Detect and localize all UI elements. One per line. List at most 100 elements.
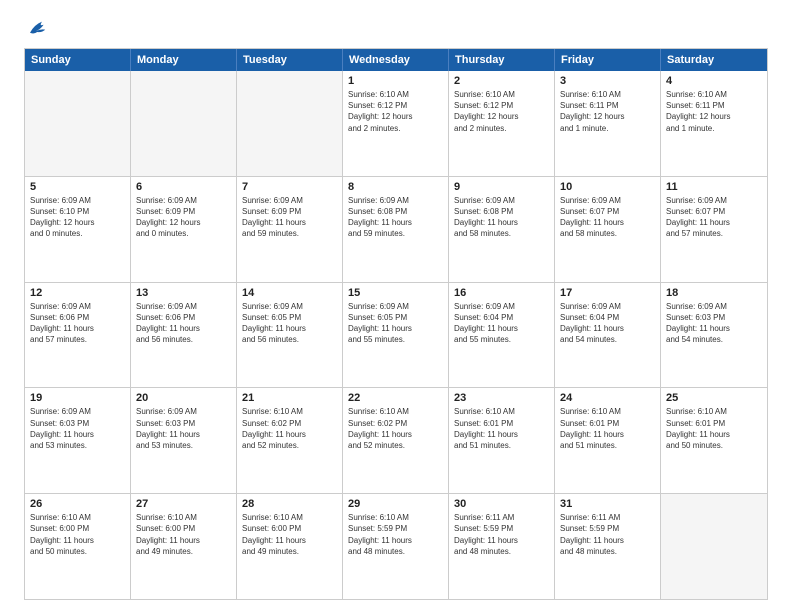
cal-cell: 1 Sunrise: 6:10 AM Sunset: 6:12 PM Daylig… xyxy=(343,71,449,176)
day-number: 8 xyxy=(348,181,443,193)
cal-cell: 7Sunrise: 6:09 AM Sunset: 6:09 PM Daylig… xyxy=(237,177,343,282)
day-number: 9 xyxy=(454,181,549,193)
page: SundayMondayTuesdayWednesdayThursdayFrid… xyxy=(0,0,792,612)
cal-cell xyxy=(661,494,767,599)
cal-cell xyxy=(131,71,237,176)
header-day-saturday: Saturday xyxy=(661,49,767,71)
day-info: Sunrise: 6:10 AM Sunset: 6:11 PM Dayligh… xyxy=(666,89,762,134)
logo-bird-icon xyxy=(26,18,50,38)
day-info: Sunrise: 6:10 AM Sunset: 6:00 PM Dayligh… xyxy=(242,512,337,557)
day-info: Sunrise: 6:10 AM Sunset: 6:12 PM Dayligh… xyxy=(348,89,443,134)
week-row-5: 26 Sunrise: 6:10 AM Sunset: 6:00 PM Dayli… xyxy=(25,493,767,599)
day-number: 1 xyxy=(348,75,443,87)
cal-cell: 17Sunrise: 6:09 AM Sunset: 6:04 PM Dayli… xyxy=(555,283,661,388)
header-day-monday: Monday xyxy=(131,49,237,71)
cal-cell: 18 Sunrise: 6:09 AM Sunset: 6:03 PM Dayli… xyxy=(661,283,767,388)
day-number: 7 xyxy=(242,181,337,193)
week-row-4: 19 Sunrise: 6:09 AM Sunset: 6:03 PM Dayli… xyxy=(25,387,767,493)
cal-cell: 15Sunrise: 6:09 AM Sunset: 6:05 PM Dayli… xyxy=(343,283,449,388)
calendar: SundayMondayTuesdayWednesdayThursdayFrid… xyxy=(24,48,768,600)
day-number: 26 xyxy=(30,498,125,510)
cal-cell: 22 Sunrise: 6:10 AM Sunset: 6:02 PM Dayli… xyxy=(343,388,449,493)
day-number: 14 xyxy=(242,287,337,299)
header-day-sunday: Sunday xyxy=(25,49,131,71)
cal-cell: 20Sunrise: 6:09 AM Sunset: 6:03 PM Dayli… xyxy=(131,388,237,493)
cal-cell: 14 Sunrise: 6:09 AM Sunset: 6:05 PM Dayli… xyxy=(237,283,343,388)
header xyxy=(24,18,768,38)
calendar-header: SundayMondayTuesdayWednesdayThursdayFrid… xyxy=(25,49,767,71)
cal-cell: 12 Sunrise: 6:09 AM Sunset: 6:06 PM Dayli… xyxy=(25,283,131,388)
day-info: Sunrise: 6:10 AM Sunset: 6:02 PM Dayligh… xyxy=(348,406,443,451)
day-info: Sunrise: 6:09 AM Sunset: 6:06 PM Dayligh… xyxy=(136,301,231,346)
day-number: 10 xyxy=(560,181,655,193)
day-number: 30 xyxy=(454,498,549,510)
day-number: 4 xyxy=(666,75,762,87)
cal-cell: 21 Sunrise: 6:10 AM Sunset: 6:02 PM Dayli… xyxy=(237,388,343,493)
day-number: 21 xyxy=(242,392,337,404)
day-number: 16 xyxy=(454,287,549,299)
cal-cell: 11 Sunrise: 6:09 AM Sunset: 6:07 PM Dayli… xyxy=(661,177,767,282)
cal-cell xyxy=(237,71,343,176)
week-row-2: 5 Sunrise: 6:09 AM Sunset: 6:10 PM Daylig… xyxy=(25,176,767,282)
cal-cell: 8 Sunrise: 6:09 AM Sunset: 6:08 PM Daylig… xyxy=(343,177,449,282)
cal-cell: 24 Sunrise: 6:10 AM Sunset: 6:01 PM Dayli… xyxy=(555,388,661,493)
day-number: 18 xyxy=(666,287,762,299)
day-number: 20 xyxy=(136,392,231,404)
day-number: 31 xyxy=(560,498,655,510)
day-info: Sunrise: 6:10 AM Sunset: 6:01 PM Dayligh… xyxy=(560,406,655,451)
cal-cell: 31 Sunrise: 6:11 AM Sunset: 5:59 PM Dayli… xyxy=(555,494,661,599)
day-number: 22 xyxy=(348,392,443,404)
day-number: 3 xyxy=(560,75,655,87)
cal-cell: 6 Sunrise: 6:09 AM Sunset: 6:09 PM Daylig… xyxy=(131,177,237,282)
day-info: Sunrise: 6:11 AM Sunset: 5:59 PM Dayligh… xyxy=(560,512,655,557)
cal-cell: 23 Sunrise: 6:10 AM Sunset: 6:01 PM Dayli… xyxy=(449,388,555,493)
day-info: Sunrise: 6:09 AM Sunset: 6:06 PM Dayligh… xyxy=(30,301,125,346)
cal-cell: 26 Sunrise: 6:10 AM Sunset: 6:00 PM Dayli… xyxy=(25,494,131,599)
cal-cell: 10 Sunrise: 6:09 AM Sunset: 6:07 PM Dayli… xyxy=(555,177,661,282)
day-info: Sunrise: 6:10 AM Sunset: 6:01 PM Dayligh… xyxy=(666,406,762,451)
logo xyxy=(24,18,50,38)
day-info: Sunrise: 6:09 AM Sunset: 6:03 PM Dayligh… xyxy=(666,301,762,346)
day-info: Sunrise: 6:09 AM Sunset: 6:08 PM Dayligh… xyxy=(454,195,549,240)
day-info: Sunrise: 6:09 AM Sunset: 6:10 PM Dayligh… xyxy=(30,195,125,240)
day-number: 19 xyxy=(30,392,125,404)
day-number: 15 xyxy=(348,287,443,299)
day-number: 29 xyxy=(348,498,443,510)
day-info: Sunrise: 6:09 AM Sunset: 6:03 PM Dayligh… xyxy=(30,406,125,451)
day-info: Sunrise: 6:10 AM Sunset: 6:12 PM Dayligh… xyxy=(454,89,549,134)
day-info: Sunrise: 6:09 AM Sunset: 6:04 PM Dayligh… xyxy=(454,301,549,346)
day-info: Sunrise: 6:09 AM Sunset: 6:08 PM Dayligh… xyxy=(348,195,443,240)
day-number: 6 xyxy=(136,181,231,193)
header-day-tuesday: Tuesday xyxy=(237,49,343,71)
cal-cell: 3Sunrise: 6:10 AM Sunset: 6:11 PM Daylig… xyxy=(555,71,661,176)
cal-cell: 30 Sunrise: 6:11 AM Sunset: 5:59 PM Dayli… xyxy=(449,494,555,599)
day-info: Sunrise: 6:09 AM Sunset: 6:07 PM Dayligh… xyxy=(560,195,655,240)
cal-cell: 19 Sunrise: 6:09 AM Sunset: 6:03 PM Dayli… xyxy=(25,388,131,493)
week-row-3: 12 Sunrise: 6:09 AM Sunset: 6:06 PM Dayli… xyxy=(25,282,767,388)
day-number: 11 xyxy=(666,181,762,193)
day-info: Sunrise: 6:09 AM Sunset: 6:05 PM Dayligh… xyxy=(242,301,337,346)
day-number: 13 xyxy=(136,287,231,299)
day-info: Sunrise: 6:10 AM Sunset: 6:00 PM Dayligh… xyxy=(30,512,125,557)
day-info: Sunrise: 6:09 AM Sunset: 6:07 PM Dayligh… xyxy=(666,195,762,240)
day-number: 17 xyxy=(560,287,655,299)
day-info: Sunrise: 6:09 AM Sunset: 6:09 PM Dayligh… xyxy=(136,195,231,240)
cal-cell: 13 Sunrise: 6:09 AM Sunset: 6:06 PM Dayli… xyxy=(131,283,237,388)
day-number: 23 xyxy=(454,392,549,404)
header-day-thursday: Thursday xyxy=(449,49,555,71)
day-info: Sunrise: 6:10 AM Sunset: 6:00 PM Dayligh… xyxy=(136,512,231,557)
day-info: Sunrise: 6:11 AM Sunset: 5:59 PM Dayligh… xyxy=(454,512,549,557)
day-number: 5 xyxy=(30,181,125,193)
cal-cell: 5 Sunrise: 6:09 AM Sunset: 6:10 PM Daylig… xyxy=(25,177,131,282)
header-day-wednesday: Wednesday xyxy=(343,49,449,71)
cal-cell xyxy=(25,71,131,176)
calendar-body: 1 Sunrise: 6:10 AM Sunset: 6:12 PM Daylig… xyxy=(25,71,767,599)
day-info: Sunrise: 6:10 AM Sunset: 6:02 PM Dayligh… xyxy=(242,406,337,451)
day-number: 12 xyxy=(30,287,125,299)
day-info: Sunrise: 6:10 AM Sunset: 6:01 PM Dayligh… xyxy=(454,406,549,451)
cal-cell: 9 Sunrise: 6:09 AM Sunset: 6:08 PM Daylig… xyxy=(449,177,555,282)
cal-cell: 25Sunrise: 6:10 AM Sunset: 6:01 PM Dayli… xyxy=(661,388,767,493)
week-row-1: 1 Sunrise: 6:10 AM Sunset: 6:12 PM Daylig… xyxy=(25,71,767,176)
day-number: 24 xyxy=(560,392,655,404)
cal-cell: 29Sunrise: 6:10 AM Sunset: 5:59 PM Dayli… xyxy=(343,494,449,599)
